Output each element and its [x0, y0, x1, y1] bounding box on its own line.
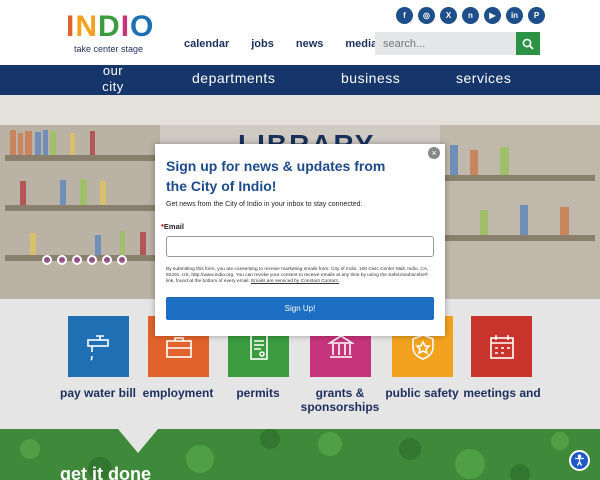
email-field[interactable]: [166, 236, 434, 257]
youtube-icon[interactable]: ▶: [484, 7, 501, 24]
site-header: INDIO take center stage f ◎ X n ▶ in P c…: [0, 0, 600, 65]
instagram-icon[interactable]: ◎: [418, 7, 435, 24]
constant-contact-link[interactable]: Emails are serviced by Constant Contact.: [251, 279, 339, 284]
email-label-text: Email: [163, 222, 184, 231]
slide-dot[interactable]: [117, 255, 127, 265]
tile-label[interactable]: grants & sponsorships: [295, 386, 385, 414]
sign-up-button[interactable]: Sign Up!: [166, 297, 434, 320]
slide-dot[interactable]: [72, 255, 82, 265]
tile-label[interactable]: meetings and: [456, 386, 548, 400]
tile-meetings[interactable]: [471, 316, 532, 377]
email-label: *Email: [161, 222, 184, 231]
pinterest-icon[interactable]: P: [528, 7, 545, 24]
nextdoor-icon[interactable]: n: [462, 7, 479, 24]
newsletter-modal: × Sign up for news & updates from the Ci…: [155, 144, 445, 336]
band-pointer: [118, 429, 158, 453]
nav-business[interactable]: business: [341, 70, 400, 86]
slide-dots: [42, 255, 127, 265]
top-link-jobs[interactable]: jobs: [251, 38, 274, 50]
calendar-icon: [489, 334, 514, 359]
logo-letter: I: [66, 10, 76, 43]
faucet-icon: [86, 334, 109, 361]
tile-label[interactable]: pay water bill: [53, 386, 143, 400]
top-link-calendar[interactable]: calendar: [184, 38, 229, 50]
logo-letter: D: [98, 10, 121, 43]
modal-title: Sign up for news & updates from the City…: [166, 158, 386, 194]
tile-label[interactable]: public safety: [377, 386, 467, 400]
search-input[interactable]: [375, 32, 516, 55]
logo-letter: I: [120, 10, 131, 43]
get-it-done-heading: get it done: [60, 464, 151, 480]
accessibility-icon: [575, 454, 584, 466]
top-links: calendar jobs news media: [184, 38, 399, 50]
slide-dot[interactable]: [102, 255, 112, 265]
main-nav: our city departments business services: [0, 63, 600, 95]
slide-dot[interactable]: [87, 255, 97, 265]
nav-services[interactable]: services: [456, 70, 511, 86]
accessibility-button[interactable]: [569, 450, 590, 471]
tile-pay-water-bill[interactable]: [68, 316, 129, 377]
facebook-icon[interactable]: f: [396, 7, 413, 24]
close-icon[interactable]: ×: [428, 147, 440, 159]
logo-letter: O: [130, 10, 155, 43]
nav-departments[interactable]: departments: [192, 70, 275, 86]
search-button[interactable]: [516, 32, 540, 55]
nav-our-city[interactable]: our city: [100, 63, 126, 95]
social-links: f ◎ X n ▶ in P: [396, 7, 545, 24]
slide-dot[interactable]: [42, 255, 52, 265]
logo-letter: N: [75, 10, 99, 43]
top-link-media[interactable]: media: [345, 38, 377, 50]
search-icon: [522, 38, 534, 50]
tile-label[interactable]: employment: [133, 386, 223, 400]
slide-dot[interactable]: [57, 255, 67, 265]
tile-label[interactable]: permits: [213, 386, 303, 400]
linkedin-icon[interactable]: in: [506, 7, 523, 24]
consent-text: By submitting this form, you are consent…: [166, 267, 434, 285]
top-link-news[interactable]: news: [296, 38, 324, 50]
indio-logo[interactable]: INDIO take center stage: [66, 12, 156, 56]
x-icon[interactable]: X: [440, 7, 457, 24]
modal-subtitle: Get news from the City of Indio in your …: [166, 201, 363, 208]
logo-tagline: take center stage: [74, 44, 144, 54]
